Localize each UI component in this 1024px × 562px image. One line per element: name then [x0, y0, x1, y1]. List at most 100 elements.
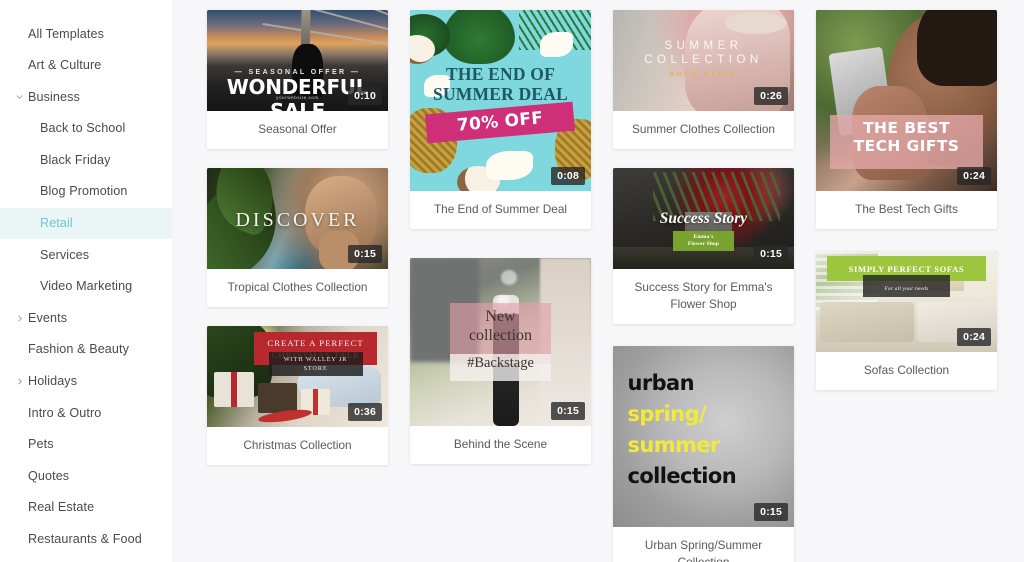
overlay-discount-tag: 70% OFF [425, 101, 576, 144]
sidebar-item-art-culture[interactable]: Art & Culture [0, 50, 172, 82]
overlay-headline: urban spring/ summer collection [627, 368, 790, 492]
sidebar-item-events[interactable]: Events [0, 302, 172, 334]
overlay-headline: THE END OF SUMMER DEAL [410, 64, 591, 104]
sidebar-item-label: Video Marketing [40, 279, 133, 294]
overlay-headline: DISCOVER [235, 209, 360, 232]
sidebar-item-label: Restaurants & Food [28, 532, 142, 546]
sidebar-item-label: Business [28, 89, 80, 104]
sidebar-item-quotes[interactable]: Quotes [0, 460, 172, 492]
template-title: The Best Tech Gifts [855, 202, 958, 216]
template-thumbnail[interactable]: SIMPLY PERFECT SOFAS For all your needs … [816, 251, 997, 352]
sidebar-item-pets[interactable]: Pets [0, 429, 172, 461]
template-card-summer-deal[interactable]: THE END OF SUMMER DEAL 70% OFF 0:08 The … [410, 10, 591, 229]
template-card-sofas[interactable]: SIMPLY PERFECT SOFAS For all your needs … [816, 251, 997, 390]
overlay-line-1: THE BEST [863, 118, 950, 137]
template-title: Seasonal Offer [258, 122, 337, 136]
template-thumbnail[interactable]: urban spring/ summer collection 0:15 [613, 346, 794, 527]
template-thumbnail[interactable]: SUMMER COLLECTION BOHO STYLE 0:26 [613, 10, 794, 111]
sidebar-item-label: Blog Promotion [40, 184, 128, 199]
overlay-headline: Success Story [659, 210, 748, 228]
overlay-banner-secondary: WITH WALLEY JR STORE [268, 352, 363, 377]
overlay-discount-text: 70% OFF [456, 108, 545, 136]
sidebar-item-holidays[interactable]: Holidays [0, 366, 172, 398]
overlay-headline: THE BEST TECH GIFTS [816, 119, 997, 155]
overlay-word-1: urban [627, 370, 694, 395]
overlay-line-3: #Backstage [467, 354, 534, 371]
sidebar-item-intro-outro[interactable]: Intro & Outro [0, 397, 172, 429]
thumbnail-artwork: THE BEST TECH GIFTS [816, 10, 997, 191]
sidebar-item-black-friday[interactable]: Black Friday [0, 144, 172, 176]
sidebar-item-retail[interactable]: Retail [0, 207, 172, 240]
duration-badge: 0:15 [348, 244, 382, 263]
sidebar-item-label: Holidays [28, 374, 78, 389]
template-thumbnail[interactable]: THE END OF SUMMER DEAL 70% OFF 0:08 [410, 10, 591, 191]
sidebar-item-label: Intro & Outro [28, 405, 102, 420]
template-card-tech-gifts[interactable]: THE BEST TECH GIFTS 0:24 The Best Tech G… [816, 10, 997, 229]
template-thumbnail[interactable]: New collection #Backstage 0:15 [410, 258, 591, 426]
template-card-behind-scene[interactable]: New collection #Backstage 0:15 Behind th… [410, 258, 591, 464]
duration-badge: 0:15 [551, 401, 585, 420]
overlay-line-2: COLLECTION [644, 54, 763, 67]
overlay-line-1: CREATE A PERFECT [267, 338, 364, 349]
sidebar-item-fashion-beauty[interactable]: Fashion & Beauty [0, 334, 172, 366]
sidebar-item-blog-promotion[interactable]: Blog Promotion [0, 176, 172, 208]
sidebar-item-back-to-school[interactable]: Back to School [0, 113, 172, 145]
sidebar-item-restaurants-food[interactable]: Restaurants & Food [0, 524, 172, 556]
template-title: Christmas Collection [243, 438, 352, 452]
chevron-down-icon[interactable] [15, 92, 24, 101]
template-card-seasonal-offer[interactable]: — SEASONAL OFFER — WONDERFUL SALE yourwe… [207, 10, 388, 149]
overlay-word-3: summer [627, 432, 720, 457]
thumbnail-artwork: urban spring/ summer collection [613, 346, 794, 527]
thumbnail-artwork: New collection #Backstage [410, 258, 591, 426]
duration-badge: 0:08 [551, 166, 585, 185]
template-title: Tropical Clothes Collection [227, 280, 368, 294]
duration-badge: 0:24 [957, 327, 991, 346]
overlay-badge-line-2: Flower Shop [687, 240, 720, 247]
template-thumbnail[interactable]: Success Story Emma's Flower Shop 0:15 [613, 168, 794, 269]
template-title: Urban Spring/Summer Collection [644, 538, 763, 562]
overlay-badge-line-1: Emma's [693, 233, 714, 240]
template-thumbnail[interactable]: DISCOVER 0:15 [207, 168, 388, 269]
sidebar-item-label: Back to School [40, 121, 126, 136]
duration-badge: 0:15 [754, 244, 788, 263]
overlay-shop-badge: Emma's Flower Shop [672, 230, 735, 251]
chevron-right-icon[interactable] [15, 314, 24, 323]
template-title: Sofas Collection [863, 363, 950, 377]
duration-badge: 0:10 [348, 86, 382, 105]
grid-column-4: THE BEST TECH GIFTS 0:24 The Best Tech G… [816, 0, 997, 409]
overlay-line-3: WITH WALLEY JR STORE [283, 356, 348, 373]
duration-badge: 0:26 [754, 86, 788, 105]
grid-column-3: SUMMER COLLECTION BOHO STYLE 0:26 Summer… [613, 0, 794, 562]
template-thumbnail[interactable]: CREATE A PERFECT CHRISTMAS TALE WITH WAL… [207, 326, 388, 427]
chevron-right-icon[interactable] [15, 377, 24, 386]
sidebar-item-services[interactable]: Services [0, 239, 172, 271]
sidebar-item-label: Real Estate [28, 500, 95, 515]
sidebar-item-business[interactable]: Business [0, 81, 172, 113]
sidebar-item-label: Retail [40, 216, 73, 231]
template-card-summer-clothes[interactable]: SUMMER COLLECTION BOHO STYLE 0:26 Summer… [613, 10, 794, 149]
duration-badge: 0:36 [348, 402, 382, 421]
template-card-christmas[interactable]: CREATE A PERFECT CHRISTMAS TALE WITH WAL… [207, 326, 388, 465]
sidebar-item-video-marketing[interactable]: Video Marketing [0, 271, 172, 303]
sidebar-item-label: Events [28, 310, 68, 325]
template-thumbnail[interactable]: THE BEST TECH GIFTS 0:24 [816, 10, 997, 191]
template-card-tropical-clothes[interactable]: DISCOVER 0:15 Tropical Clothes Collectio… [207, 168, 388, 307]
sidebar-item-real-estate[interactable]: Real Estate [0, 492, 172, 524]
template-thumbnail[interactable]: — SEASONAL OFFER — WONDERFUL SALE yourwe… [207, 10, 388, 111]
overlay-line-1: New [485, 307, 516, 325]
overlay-word-2: spring/ [627, 401, 707, 426]
template-card-success-story[interactable]: Success Story Emma's Flower Shop 0:15 Su… [613, 168, 794, 324]
thumbnail-artwork: THE END OF SUMMER DEAL 70% OFF [410, 10, 591, 191]
template-title: Summer Clothes Collection [632, 122, 775, 136]
sidebar-item-label: Pets [28, 437, 54, 452]
template-title: Success Story for Emma's Flower Shop [634, 280, 773, 311]
overlay-subtext: For all your needs [884, 286, 929, 293]
sidebar-item-label: Art & Culture [28, 58, 102, 73]
template-title: Behind the Scene [453, 437, 548, 451]
sidebar-item-label: Fashion & Beauty [28, 342, 130, 357]
overlay-line-1: THE END OF [446, 64, 555, 85]
overlay-line-2: TECH GIFTS [853, 136, 960, 155]
sidebar-item-all-templates[interactable]: All Templates [0, 18, 172, 50]
overlay-banner-text: SIMPLY PERFECT SOFAS [848, 264, 965, 275]
template-card-urban[interactable]: urban spring/ summer collection 0:15 Urb… [613, 346, 794, 562]
